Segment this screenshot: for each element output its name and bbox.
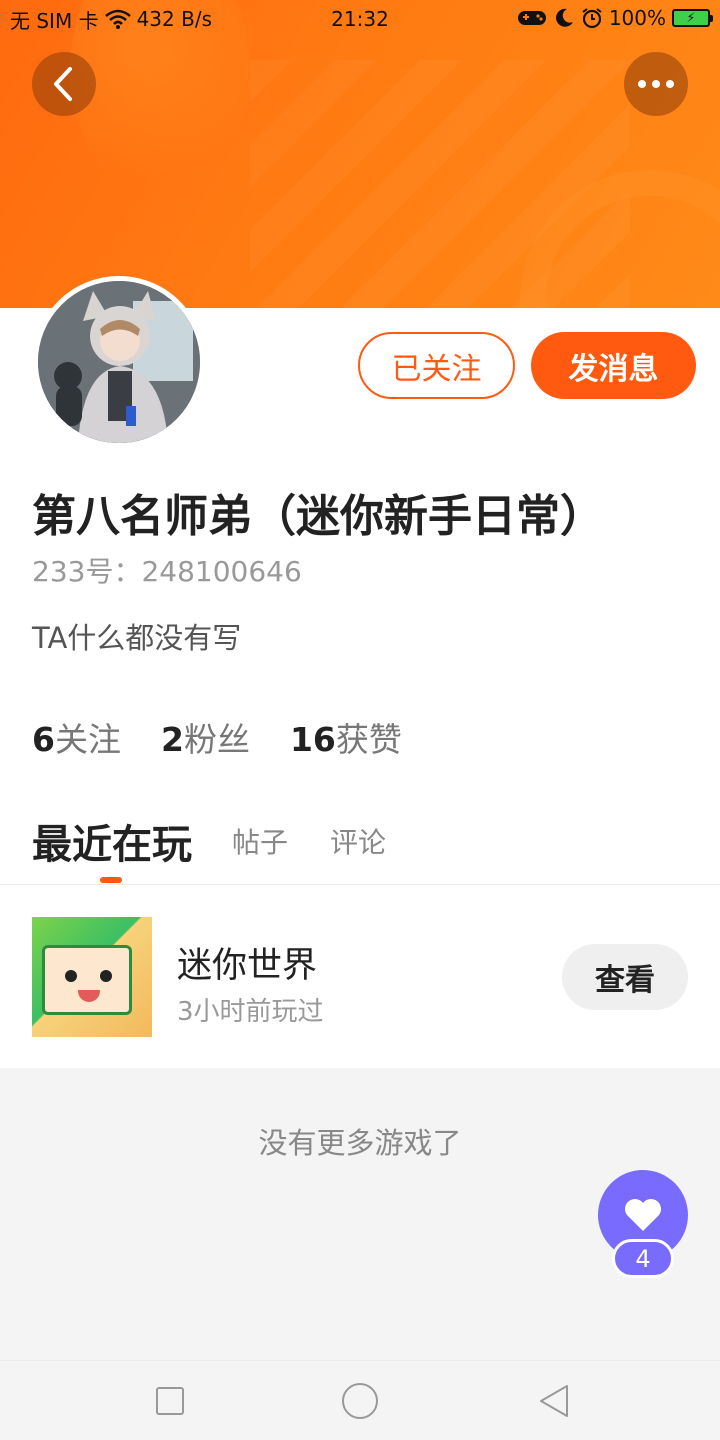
gamepad-icon: [517, 11, 546, 25]
tab-comments[interactable]: 评论: [330, 821, 386, 861]
likes-label: 获赞: [335, 720, 402, 759]
following-button[interactable]: 已关注: [358, 332, 515, 399]
square-icon: [156, 1387, 184, 1415]
user-name: 第八名师弟（迷你新手日常）: [32, 491, 604, 542]
stat-fans[interactable]: 2粉丝: [161, 713, 250, 761]
game-name: 迷你世界: [177, 946, 318, 986]
following-count: 6: [32, 720, 55, 759]
circle-icon: [342, 1383, 378, 1419]
likes-count: 16: [289, 720, 336, 759]
tab-recent-games[interactable]: 最近在玩: [32, 812, 192, 870]
stat-likes: 16获赞: [290, 713, 402, 761]
stat-following[interactable]: 6关注: [32, 713, 121, 761]
more-button[interactable]: [624, 52, 688, 116]
tab-indicator: [100, 877, 122, 883]
profile-tabs: 最近在玩 帖子 评论: [32, 812, 428, 870]
send-message-button[interactable]: 发消息: [531, 332, 696, 399]
following-label: 关注: [54, 720, 121, 759]
game-icon: [32, 917, 152, 1037]
tab-posts[interactable]: 帖子: [232, 821, 288, 861]
game-last-played: 3小时前玩过: [177, 997, 324, 1027]
header-banner: [0, 0, 720, 308]
game-list-item[interactable]: 迷你世界 3小时前玩过 查看: [0, 885, 720, 1068]
battery-icon: ⚡: [672, 9, 713, 27]
user-id: 233号：248100646: [32, 555, 302, 588]
home-button[interactable]: [340, 1381, 380, 1421]
moon-icon: [555, 8, 573, 27]
battery-percent: 100%: [608, 6, 666, 30]
game-icon-face: [42, 945, 132, 1015]
no-more-games-text: 没有更多游戏了: [258, 1126, 462, 1160]
triangle-back-icon: [540, 1385, 568, 1417]
profile-page: 无 SIM 卡 432 B/s 21:32 100% ⚡ 已关注 发消息 第八名…: [0, 0, 720, 1440]
heart-icon: [625, 1199, 661, 1231]
profile-stats: 6关注 2粉丝 16获赞: [32, 713, 402, 761]
user-bio: TA什么都没有写: [32, 621, 242, 655]
fans-label: 粉丝: [183, 720, 250, 759]
status-bar: 无 SIM 卡 432 B/s 21:32 100% ⚡: [0, 0, 720, 38]
like-count-badge: 4: [612, 1239, 674, 1278]
more-dots-icon: [638, 80, 674, 88]
view-game-button[interactable]: 查看: [562, 944, 688, 1010]
back-button[interactable]: [32, 52, 96, 116]
avatar[interactable]: [33, 276, 205, 448]
recent-apps-button[interactable]: [150, 1381, 190, 1421]
chevron-left-icon: [54, 67, 72, 101]
fans-count: 2: [160, 720, 184, 759]
alarm-icon: [582, 8, 602, 29]
system-back-button[interactable]: [534, 1381, 574, 1421]
avatar-image: [38, 281, 200, 443]
system-nav-bar: [0, 1360, 720, 1440]
